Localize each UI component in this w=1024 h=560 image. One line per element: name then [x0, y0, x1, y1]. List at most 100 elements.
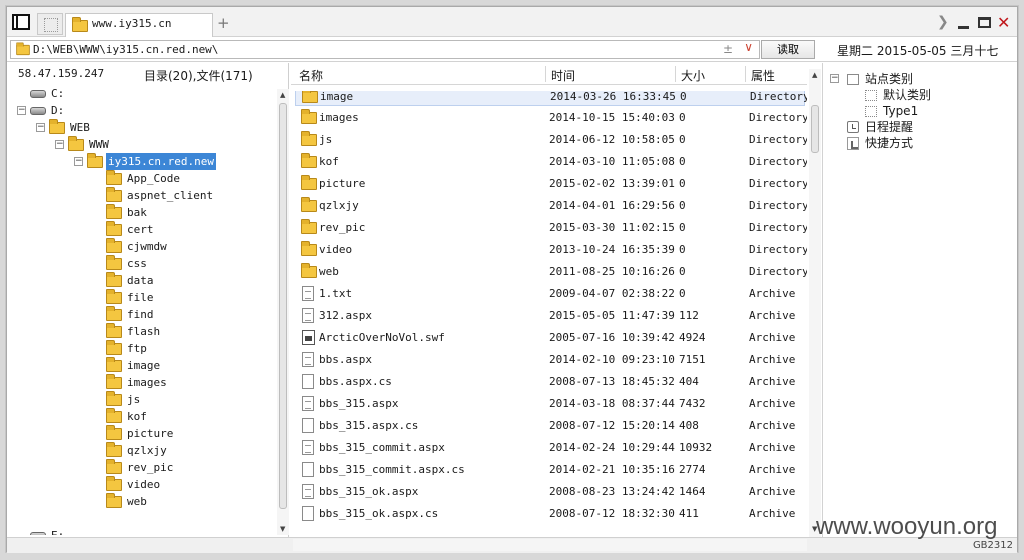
file-name: image: [320, 91, 354, 103]
collapse-icon[interactable]: −: [830, 74, 839, 83]
plus-minus-icon[interactable]: ±: [723, 42, 733, 56]
tab-active[interactable]: www.iy315.cn: [65, 13, 213, 37]
site-panel-item[interactable]: − 站点类别: [823, 71, 1013, 87]
folder-icon: [49, 119, 65, 134]
blank-file-icon: [302, 506, 314, 521]
column-time[interactable]: 时间: [551, 67, 575, 84]
directory-tree: C: − D: − WEB − WWW − iy315.cn.red.new App_Code as…: [7, 85, 277, 535]
chevron-down-icon[interactable]: ∨: [744, 40, 753, 54]
folder-icon: [87, 153, 103, 168]
tree-item[interactable]: − D:: [7, 102, 277, 119]
file-row[interactable]: images 2014-10-15 15:40:03 0 Directory: [295, 107, 807, 128]
add-tab-button[interactable]: +: [217, 14, 230, 32]
tree-item[interactable]: ftp: [7, 340, 277, 357]
tree-item-label: rev_pic: [127, 461, 174, 474]
file-scrollbar[interactable]: ▲ ▼: [809, 69, 821, 537]
file-name: ArcticOverNoVol.swf: [319, 331, 445, 344]
file-name: kof: [319, 155, 339, 168]
close-icon[interactable]: ✕: [997, 13, 1010, 32]
tree-item[interactable]: aspnet_client: [7, 187, 277, 204]
tree-item[interactable]: E:: [7, 527, 277, 535]
blank-tab[interactable]: [37, 13, 63, 35]
tree-item-label: css: [127, 257, 147, 270]
read-button[interactable]: 读取: [761, 40, 815, 59]
tree-item[interactable]: flash: [7, 323, 277, 340]
scroll-up-icon[interactable]: ▲: [812, 71, 817, 79]
file-row[interactable]: bbs_315.aspx 2014-03-18 08:37:44 7432 Archi…: [295, 393, 805, 414]
file-row[interactable]: 312.aspx 2015-05-05 11:47:39 112 Archive: [295, 305, 805, 326]
tree-item[interactable]: image: [7, 357, 277, 374]
tree-item[interactable]: kof: [7, 408, 277, 425]
file-scroll-thumb[interactable]: [811, 105, 819, 153]
collapse-icon[interactable]: −: [74, 157, 83, 166]
scroll-down-icon[interactable]: ▼: [280, 525, 285, 533]
file-row[interactable]: web 2011-08-25 10:16:26 0 Directory: [295, 261, 807, 282]
file-row[interactable]: js 2014-06-12 10:58:05 0 Directory: [295, 129, 807, 150]
file-size: 408: [679, 419, 699, 432]
file-row[interactable]: bbs.aspx 2014-02-10 09:23:10 7151 Archive: [295, 349, 805, 370]
file-row[interactable]: bbs_315_commit.aspx 2014-02-24 10:29:44 10…: [295, 437, 805, 458]
file-row[interactable]: bbs_315.aspx.cs 2008-07-12 15:20:14 408 Arc…: [295, 415, 805, 436]
column-name[interactable]: 名称: [299, 67, 323, 84]
tree-item[interactable]: − iy315.cn.red.new: [7, 153, 277, 170]
tree-item[interactable]: rev_pic: [7, 459, 277, 476]
site-panel-item[interactable]: 默认类别: [823, 87, 1013, 103]
file-row[interactable]: bbs_315_commit.aspx.cs 2014-02-21 10:35:1…: [295, 459, 805, 480]
file-time: 2014-06-12 10:58:05: [549, 133, 675, 146]
tree-item[interactable]: find: [7, 306, 277, 323]
file-row[interactable]: bbs.aspx.cs 2008-07-13 18:45:32 404 Archive: [295, 371, 805, 392]
file-row[interactable]: picture 2015-02-02 13:39:01 0 Directory: [295, 173, 807, 194]
file-row[interactable]: bbs_315_ok.aspx 2008-08-23 13:24:42 1464 Ar…: [295, 481, 805, 502]
folder-icon: [301, 263, 317, 278]
file-row[interactable]: image 2014-03-26 16:33:45 0 Directory: [295, 91, 807, 106]
tree-item[interactable]: data: [7, 272, 277, 289]
tree-item[interactable]: C:: [7, 85, 277, 102]
file-row[interactable]: rev_pic 2015-03-30 11:02:15 0 Directory: [295, 217, 807, 238]
chevron-right-icon[interactable]: ❯: [937, 14, 949, 30]
tree-item[interactable]: qzlxjy: [7, 442, 277, 459]
folder-icon: [106, 323, 122, 338]
tree-item[interactable]: − WEB: [7, 119, 277, 136]
column-divider[interactable]: [545, 66, 546, 82]
site-panel-item[interactable]: 快捷方式: [823, 135, 1013, 151]
panel-toggle-icon[interactable]: [12, 14, 30, 30]
tree-item[interactable]: cert: [7, 221, 277, 238]
tree-item[interactable]: − WWW: [7, 136, 277, 153]
site-panel-item[interactable]: Type1: [823, 103, 1013, 119]
tree-item[interactable]: images: [7, 374, 277, 391]
horizontal-scrollbar[interactable]: [293, 539, 807, 551]
file-attr: Directory: [749, 265, 807, 278]
file-row[interactable]: video 2013-10-24 16:35:39 0 Directory: [295, 239, 807, 260]
column-size[interactable]: 大小: [681, 67, 705, 84]
tree-item-label: C:: [51, 87, 65, 100]
maximize-icon[interactable]: [978, 17, 991, 28]
collapse-icon[interactable]: −: [36, 123, 45, 132]
file-row[interactable]: qzlxjy 2014-04-01 16:29:56 0 Directory: [295, 195, 807, 216]
column-divider[interactable]: [675, 66, 676, 82]
tree-item[interactable]: picture: [7, 425, 277, 442]
collapse-icon[interactable]: −: [55, 140, 64, 149]
tree-item[interactable]: css: [7, 255, 277, 272]
scroll-up-icon[interactable]: ▲: [280, 91, 285, 99]
tree-item[interactable]: web: [7, 493, 277, 510]
tree-item[interactable]: file: [7, 289, 277, 306]
tree-scrollbar[interactable]: ▲ ▼: [277, 89, 289, 535]
column-divider[interactable]: [745, 66, 746, 82]
drive-icon: [30, 107, 46, 115]
tree-item[interactable]: App_Code: [7, 170, 277, 187]
file-row[interactable]: kof 2014-03-10 11:05:08 0 Directory: [295, 151, 807, 172]
collapse-icon[interactable]: −: [17, 106, 26, 115]
minimize-icon[interactable]: [958, 26, 969, 29]
document-icon: [302, 286, 314, 301]
tree-item[interactable]: bak: [7, 204, 277, 221]
tree-scroll-thumb[interactable]: [279, 103, 287, 509]
file-row[interactable]: ArcticOverNoVol.swf 2005-07-16 10:39:42 49…: [295, 327, 805, 348]
tree-item[interactable]: video: [7, 476, 277, 493]
file-row[interactable]: 1.txt 2009-04-07 02:38:22 0 Archive: [295, 283, 805, 304]
file-row[interactable]: bbs_315_ok.aspx.cs 2008-07-12 18:32:30 411…: [295, 503, 805, 524]
path-input[interactable]: D:\WEB\WWW\iy315.cn.red.new\ ± ∨: [10, 40, 760, 59]
tree-item[interactable]: cjwmdw: [7, 238, 277, 255]
site-panel-item[interactable]: 日程提醒: [823, 119, 1013, 135]
tree-item[interactable]: js: [7, 391, 277, 408]
column-attr[interactable]: 属性: [751, 67, 775, 84]
